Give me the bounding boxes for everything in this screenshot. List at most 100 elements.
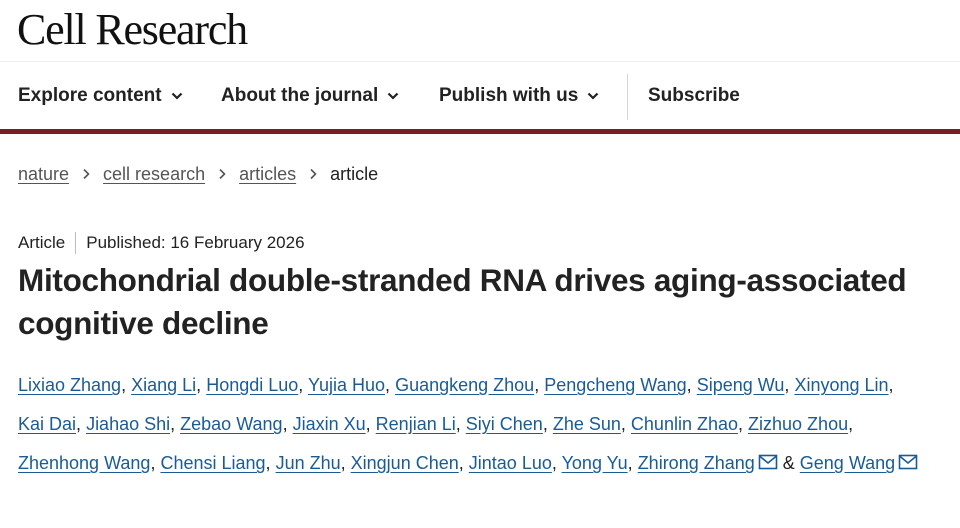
- author-list: Lixiao Zhang, Xiang Li, Hongdi Luo, Yuji…: [18, 366, 950, 483]
- nav-about-label: About the journal: [221, 85, 379, 106]
- chevron-right-icon: [219, 168, 226, 180]
- breadcrumb-articles[interactable]: articles: [239, 164, 296, 185]
- author-separator: ,: [784, 375, 790, 395]
- author-separator: ,: [340, 453, 346, 473]
- article-title: Mitochondrial double-stranded RNA drives…: [18, 262, 907, 341]
- author-separator: ,: [385, 375, 391, 395]
- author-entry: Siyi Chen,: [466, 414, 548, 434]
- author-link[interactable]: Geng Wang: [800, 453, 895, 473]
- author-entry: Xingjun Chen,: [351, 453, 464, 473]
- author-link[interactable]: Zhirong Zhang: [638, 453, 755, 473]
- nav-publish-label: Publish with us: [439, 85, 579, 106]
- author-separator: ,: [551, 453, 557, 473]
- author-separator: ,: [365, 414, 371, 434]
- author-entry: Jun Zhu,: [276, 453, 346, 473]
- author-separator: ,: [298, 375, 304, 395]
- breadcrumb-nature[interactable]: nature: [18, 164, 69, 185]
- author-separator: ,: [196, 375, 202, 395]
- author-link[interactable]: Jiahao Shi: [86, 414, 170, 434]
- author-entry: Zhenhong Wang,: [18, 453, 155, 473]
- mail-icon[interactable]: [898, 454, 918, 470]
- author-separator: ,: [738, 414, 744, 434]
- author-link[interactable]: Xingjun Chen: [351, 453, 459, 473]
- publication-date: Published: 16 February 2026: [86, 233, 305, 252]
- site-header: Cell Research: [0, 0, 960, 62]
- author-entry: Pengcheng Wang,: [544, 375, 691, 395]
- author-link[interactable]: Zhenhong Wang: [18, 453, 150, 473]
- author-link[interactable]: Jun Zhu: [276, 453, 341, 473]
- author-entry: Chunlin Zhao,: [631, 414, 743, 434]
- author-link[interactable]: Yujia Huo: [308, 375, 385, 395]
- author-link[interactable]: Chunlin Zhao: [631, 414, 738, 434]
- author-separator: ,: [542, 414, 548, 434]
- mail-icon[interactable]: [758, 454, 778, 470]
- author-link[interactable]: Kai Dai: [18, 414, 76, 434]
- meta-divider: [75, 232, 77, 254]
- nav-subscribe-label: Subscribe: [648, 85, 740, 106]
- author-entry: Lixiao Zhang,: [18, 375, 126, 395]
- author-entry: Yujia Huo,: [308, 375, 390, 395]
- author-entry: Chensi Liang,: [160, 453, 270, 473]
- author-separator: ,: [627, 453, 633, 473]
- article-type: Article: [18, 233, 66, 252]
- author-link[interactable]: Guangkeng Zhou: [395, 375, 534, 395]
- chevron-down-icon: [588, 92, 599, 100]
- breadcrumb: nature cell research articles article: [18, 162, 378, 186]
- author-link[interactable]: Yong Yu: [562, 453, 628, 473]
- article-meta: Article Published: 16 February 2026: [18, 231, 305, 255]
- author-separator: &: [777, 453, 800, 473]
- author-separator: ,: [170, 414, 176, 434]
- author-entry: Guangkeng Zhou,: [395, 375, 539, 395]
- author-separator: ,: [76, 414, 82, 434]
- nav-publish-with-us[interactable]: Publish with us: [439, 62, 600, 130]
- author-entry: Hongdi Luo,: [206, 375, 303, 395]
- author-entry: Yong Yu,: [562, 453, 633, 473]
- author-entry: Zebao Wang,: [180, 414, 287, 434]
- author-link[interactable]: Hongdi Luo: [206, 375, 298, 395]
- breadcrumb-cell-research[interactable]: cell research: [103, 164, 205, 185]
- main-nav: Explore content About the journal Publis…: [0, 62, 960, 130]
- author-separator: ,: [458, 453, 464, 473]
- header-accent-rule: [0, 129, 960, 134]
- author-entry: Kai Dai,: [18, 414, 81, 434]
- author-link[interactable]: Pengcheng Wang: [544, 375, 686, 395]
- author-separator: ,: [848, 414, 854, 434]
- author-entry: Zizhuo Zhou,: [748, 414, 853, 434]
- author-separator: ,: [455, 414, 461, 434]
- chevron-down-icon: [387, 92, 399, 100]
- author-link[interactable]: Zhe Sun: [553, 414, 621, 434]
- author-separator: ,: [121, 375, 127, 395]
- author-link[interactable]: Zizhuo Zhou: [748, 414, 848, 434]
- nav-divider: [627, 74, 628, 120]
- author-link[interactable]: Chensi Liang: [160, 453, 265, 473]
- author-link[interactable]: Xinyong Lin: [794, 375, 888, 395]
- author-link[interactable]: Siyi Chen: [466, 414, 543, 434]
- author-link[interactable]: Jintao Luo: [469, 453, 552, 473]
- author-link[interactable]: Lixiao Zhang: [18, 375, 121, 395]
- author-entry: Xiang Li,: [131, 375, 201, 395]
- author-separator: ,: [620, 414, 626, 434]
- nav-subscribe[interactable]: Subscribe: [648, 62, 740, 130]
- author-link[interactable]: Sipeng Wu: [697, 375, 785, 395]
- chevron-right-icon: [83, 168, 90, 180]
- author-separator: ,: [282, 414, 288, 434]
- chevron-down-icon: [171, 92, 182, 100]
- author-separator: ,: [265, 453, 271, 473]
- author-link[interactable]: Renjian Li: [376, 414, 456, 434]
- author-link[interactable]: Xiang Li: [131, 375, 196, 395]
- author-link[interactable]: Jiaxin Xu: [293, 414, 366, 434]
- author-entry: Geng Wang: [800, 453, 918, 473]
- author-separator: ,: [150, 453, 156, 473]
- author-entry: Xinyong Lin,: [794, 375, 893, 395]
- author-entry: Jintao Luo,: [469, 453, 557, 473]
- nav-explore-content[interactable]: Explore content: [18, 62, 184, 130]
- breadcrumb-current: article: [330, 163, 379, 184]
- author-separator: ,: [686, 375, 692, 395]
- journal-logo[interactable]: Cell Research: [17, 4, 248, 56]
- author-entry: Jiaxin Xu,: [293, 414, 371, 434]
- author-entry: Jiahao Shi,: [86, 414, 175, 434]
- author-entry: Sipeng Wu,: [697, 375, 790, 395]
- nav-about-journal[interactable]: About the journal: [221, 62, 400, 130]
- chevron-right-icon: [310, 168, 317, 180]
- author-link[interactable]: Zebao Wang: [180, 414, 282, 434]
